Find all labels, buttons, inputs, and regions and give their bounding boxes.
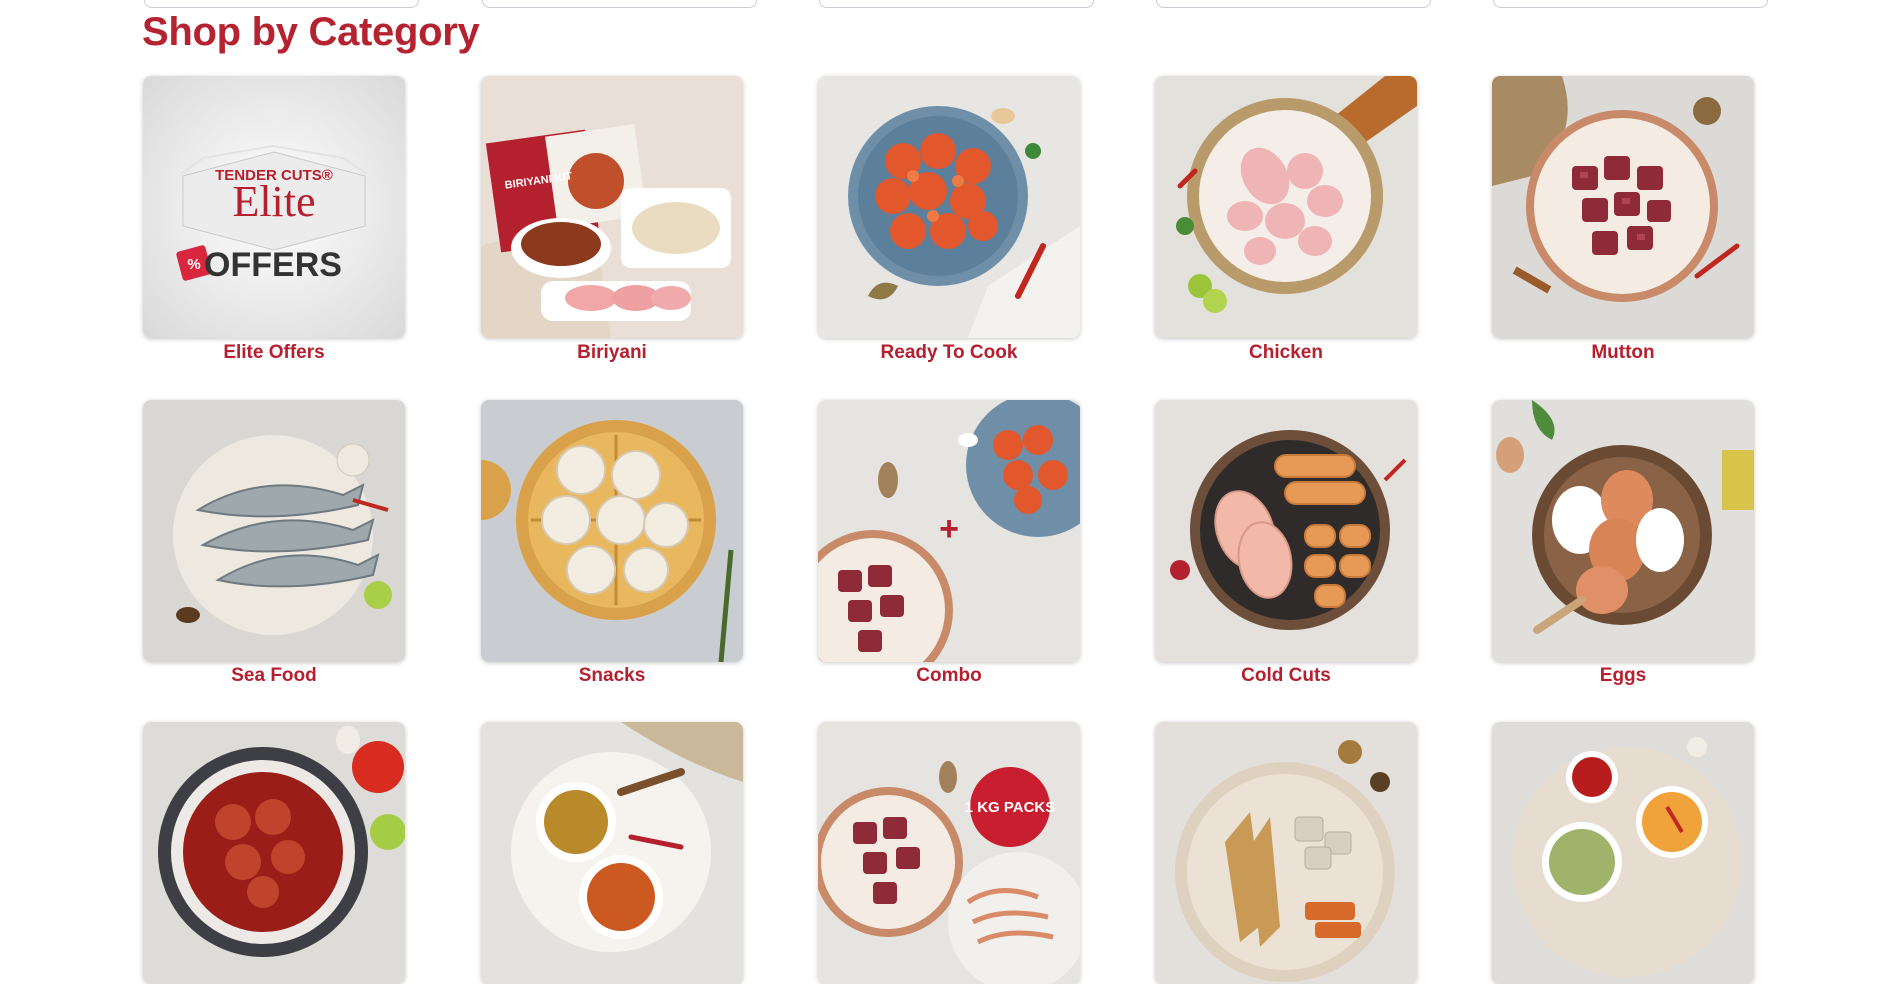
category-label-biriyani[interactable]: Biriyani xyxy=(481,342,743,364)
category-card-ready-to-cook[interactable] xyxy=(818,76,1080,338)
category-label-chicken[interactable]: Chicken xyxy=(1155,342,1417,364)
category-label-cold-cuts[interactable]: Cold Cuts xyxy=(1155,665,1417,687)
category-card-curry[interactable] xyxy=(143,722,405,984)
curry-image xyxy=(143,722,405,984)
category-label-elite-offers[interactable]: Elite Offers xyxy=(143,342,405,364)
category-label-mutton[interactable]: Mutton xyxy=(1492,342,1754,364)
elite-offers-image: TENDER CUTS® Elite % OFFERS xyxy=(143,76,405,338)
momos-image xyxy=(481,400,743,662)
marinated-chicken-image xyxy=(818,76,1080,338)
svg-text:+: + xyxy=(939,510,959,548)
category-label-ready-to-cook[interactable]: Ready To Cook xyxy=(818,342,1080,364)
raw-chicken-image xyxy=(1155,76,1417,338)
svg-text:%: % xyxy=(187,256,200,273)
category-label-sea-food[interactable]: Sea Food xyxy=(143,665,405,687)
cold-cuts-image xyxy=(1155,400,1417,662)
dry-fish-image xyxy=(1155,722,1417,984)
svg-text:OFFERS: OFFERS xyxy=(204,246,342,284)
category-card-elite-offers[interactable]: TENDER CUTS® Elite % OFFERS xyxy=(143,76,405,338)
svg-text:Elite: Elite xyxy=(232,177,315,226)
dips-image xyxy=(1492,722,1754,984)
category-label-combo[interactable]: Combo xyxy=(818,665,1080,687)
category-card-snacks[interactable] xyxy=(481,400,743,662)
category-card-sea-food[interactable] xyxy=(143,400,405,662)
category-card-bulk-packs[interactable]: 1 KG PACKS xyxy=(818,722,1080,984)
svg-text:1 KG PACKS: 1 KG PACKS xyxy=(965,799,1056,816)
category-card-dry-fish[interactable] xyxy=(1155,722,1417,984)
eggs-image xyxy=(1492,400,1754,662)
category-card-cold-cuts[interactable] xyxy=(1155,400,1417,662)
biriyani-kit-image: BIRIYANI KIT xyxy=(481,76,743,338)
category-card-biriyani[interactable]: BIRIYANI KIT xyxy=(481,76,743,338)
category-card-combo[interactable]: + xyxy=(818,400,1080,662)
category-label-snacks[interactable]: Snacks xyxy=(481,665,743,687)
category-card-spices[interactable] xyxy=(481,722,743,984)
combo-image: + xyxy=(818,400,1080,662)
mutton-cubes-image xyxy=(1492,76,1754,338)
bulk-packs-image: 1 KG PACKS xyxy=(818,722,1080,984)
category-card-dips[interactable] xyxy=(1492,722,1754,984)
spices-image xyxy=(481,722,743,984)
fish-image xyxy=(143,400,405,662)
category-grid: TENDER CUTS® Elite % OFFERS Elite Offers… xyxy=(0,0,1898,984)
category-card-chicken[interactable] xyxy=(1155,76,1417,338)
category-label-eggs[interactable]: Eggs xyxy=(1492,665,1754,687)
category-card-mutton[interactable] xyxy=(1492,76,1754,338)
category-card-eggs[interactable] xyxy=(1492,400,1754,662)
